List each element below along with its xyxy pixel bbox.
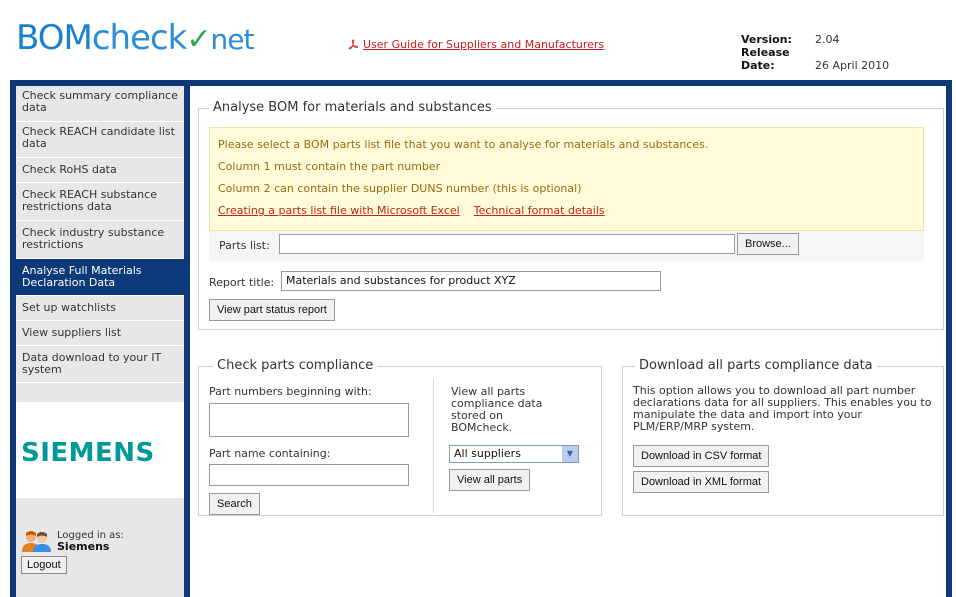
sidebar-item-watchlists[interactable]: Set up watchlists	[16, 296, 184, 321]
sidebar-divider	[184, 86, 190, 597]
header: BOMcheck✓net User Guide for Suppliers an…	[0, 0, 956, 80]
excel-guide-link[interactable]: Creating a parts list file with Microsof…	[218, 204, 460, 217]
supplier-select[interactable]: All suppliers ▼	[449, 445, 579, 463]
sidebar-item-rohs[interactable]: Check RoHS data	[16, 158, 184, 183]
part-name-label: Part name containing:	[209, 447, 331, 460]
download-description: This option allows you to download all p…	[633, 384, 932, 433]
siemens-logo: SIEMENS	[21, 438, 155, 468]
users-icon	[22, 531, 51, 552]
view-all-description: View all parts compliance data stored on…	[451, 385, 543, 434]
parts-list-label: Parts list:	[219, 239, 270, 252]
sidebar-nav: Check summary compliance data Check REAC…	[16, 86, 184, 383]
chevron-down-icon[interactable]: ▼	[562, 446, 578, 462]
user-guide-link[interactable]: User Guide for Suppliers and Manufacture…	[363, 38, 604, 51]
technical-format-link[interactable]: Technical format details	[474, 204, 605, 217]
report-title-input[interactable]: Materials and substances for product XYZ	[281, 271, 661, 291]
pdf-icon	[348, 39, 359, 50]
report-title-label: Report title:	[209, 276, 275, 289]
logout-button[interactable]: Logout	[21, 556, 67, 574]
logged-in-user: Siemens	[57, 540, 110, 553]
sidebar-item-full-materials[interactable]: Analyse Full Materials Declaration Data	[16, 259, 184, 296]
analyse-bom-legend: Analyse BOM for materials and substances	[209, 100, 496, 115]
sidebar-item-industry-restrictions[interactable]: Check industry substance restrictions	[16, 221, 184, 259]
download-section: Download all parts compliance data This …	[622, 358, 944, 516]
part-name-input[interactable]	[209, 464, 409, 486]
analyse-bom-section: Analyse BOM for materials and substances…	[198, 100, 944, 330]
check-parts-legend: Check parts compliance	[213, 358, 378, 373]
part-numbers-label: Part numbers beginning with:	[209, 385, 372, 398]
parts-list-input[interactable]	[279, 234, 735, 254]
browse-button[interactable]: Browse...	[737, 233, 799, 255]
section-divider	[433, 379, 434, 513]
view-part-status-button[interactable]: View part status report	[209, 299, 335, 321]
version-info: Version: 2.04 Release Date: 26 April 2010	[741, 33, 890, 72]
download-legend: Download all parts compliance data	[635, 358, 877, 373]
view-all-parts-button[interactable]: View all parts	[449, 469, 531, 491]
download-csv-button[interactable]: Download in CSV format	[633, 445, 770, 467]
bomcheck-logo[interactable]: BOMcheck✓net	[16, 18, 254, 58]
company-logo-box: SIEMENS	[16, 402, 184, 498]
part-numbers-input[interactable]	[209, 403, 409, 437]
sidebar-item-reach-restrictions[interactable]: Check REACH substance restrictions data	[16, 183, 184, 221]
checkmark-icon: ✓	[186, 22, 211, 57]
sidebar-item-summary-compliance[interactable]: Check summary compliance data	[16, 86, 184, 122]
login-text: Logged in as: Siemens	[57, 530, 124, 553]
download-xml-button[interactable]: Download in XML format	[633, 471, 770, 493]
sidebar: Check summary compliance data Check REAC…	[16, 86, 184, 597]
user-guide: User Guide for Suppliers and Manufacture…	[348, 38, 604, 51]
check-parts-section: Check parts compliance Part numbers begi…	[198, 358, 602, 516]
sidebar-item-data-download[interactable]: Data download to your IT system	[16, 346, 184, 383]
sidebar-item-reach-candidate[interactable]: Check REACH candidate list data	[16, 122, 184, 158]
search-button[interactable]: Search	[209, 493, 260, 515]
sidebar-item-suppliers-list[interactable]: View suppliers list	[16, 321, 184, 346]
instructions-notice: Please select a BOM parts list file that…	[209, 127, 924, 231]
